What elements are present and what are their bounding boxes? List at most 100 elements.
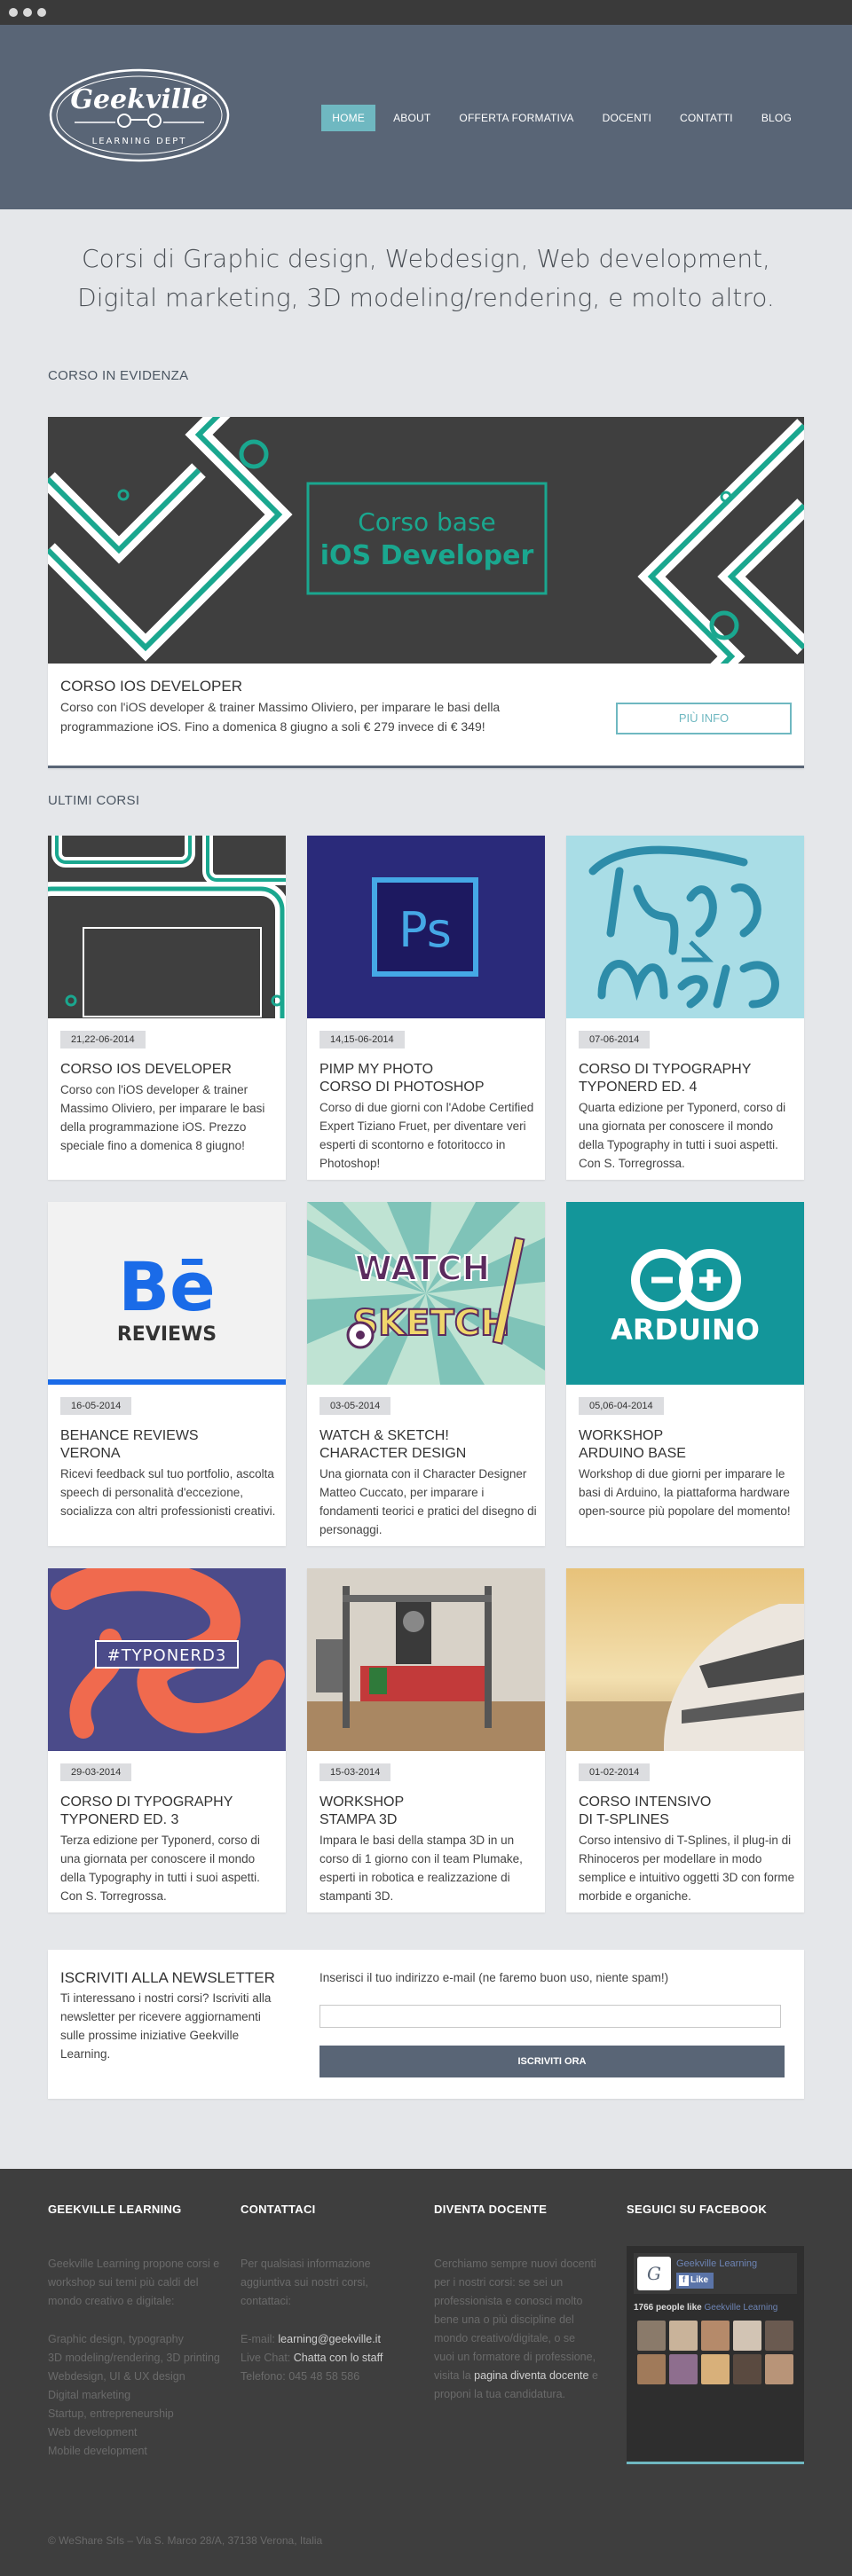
window-dot-icon [23, 8, 32, 17]
course-card[interactable]: 01-02-2014 CORSO INTENSIVO DI T-SPLINES … [566, 1568, 804, 1912]
fan-avatar[interactable] [701, 2321, 730, 2351]
newsletter-box: ISCRIVITI ALLA NEWSLETTER Ti interessano… [48, 1950, 804, 2099]
course-card[interactable]: WATCH SKETCH 03-05-2014 WATCH & SKETCH! … [307, 1202, 545, 1546]
fan-avatar[interactable] [733, 2354, 761, 2384]
course-date-badge: 14,15-06-2014 [320, 1031, 405, 1048]
fan-avatar[interactable] [637, 2321, 666, 2351]
more-info-button[interactable]: PIÙ INFO [616, 703, 792, 734]
footer-about-text: Geekville Learning propone corsi e works… [48, 2258, 220, 2307]
course-image-ipad[interactable] [48, 836, 286, 1018]
course-card[interactable]: 15-03-2014 WORKSHOP STAMPA 3D Impara le … [307, 1568, 545, 1912]
nav-blog[interactable]: BLOG [751, 105, 802, 131]
footer-col-about: GEEKVILLE LEARNING Geekville Learning pr… [48, 2203, 225, 2461]
subscribe-button[interactable]: ISCRIVITI ORA [320, 2046, 785, 2077]
course-desc: Terza edizione per Typonerd, corso di un… [60, 1834, 260, 1903]
window-dot-icon [9, 8, 18, 17]
course-date-badge: 15-03-2014 [320, 1763, 391, 1781]
page-avatar: G [637, 2257, 671, 2290]
fan-avatar[interactable] [701, 2354, 730, 2384]
course-image-watch-sketch[interactable]: WATCH SKETCH [307, 1202, 545, 1385]
phone-number: 045 48 58 586 [288, 2370, 360, 2383]
featured-course-image[interactable]: Corso base iOS Developer [48, 417, 804, 664]
course-title[interactable]: CORSO DI TYPOGRAPHY TYPONERD ED. 3 [60, 1794, 278, 1829]
nav-home[interactable]: HOME [321, 105, 376, 131]
footer-topic-item: Digital marketing [48, 2389, 131, 2401]
featured-image-line1: Corso base [358, 507, 496, 537]
watch-text: WATCH [355, 1249, 490, 1288]
course-title[interactable]: BEHANCE REVIEWS VERONA [60, 1427, 278, 1463]
course-desc: Ricevi feedback sul tuo portfolio, ascol… [60, 1467, 276, 1518]
footer-topic-item: 3D modeling/rendering, 3D printing [48, 2352, 220, 2364]
teach-page-link[interactable]: pagina diventa docente [474, 2369, 588, 2382]
course-title[interactable]: CORSO INTENSIVO DI T-SPLINES [579, 1794, 796, 1829]
fan-avatar[interactable] [733, 2321, 761, 2351]
browser-window-bar [0, 0, 852, 25]
facebook-page-name[interactable]: Geekville Learning [676, 2258, 757, 2269]
course-image-arduino[interactable]: ARDUINO [566, 1202, 804, 1385]
course-title[interactable]: CORSO DI TYPOGRAPHY TYPONERD ED. 4 [579, 1061, 796, 1096]
course-card[interactable]: 21,22-06-2014 CORSO IOS DEVELOPER Corso … [48, 836, 286, 1180]
newsletter-email-label: Inserisci il tuo indirizzo e-mail (ne fa… [320, 1971, 669, 1984]
footer-col-facebook: SEGUICI SU FACEBOOK [627, 2203, 804, 2216]
phone-label: Telefono: [241, 2370, 286, 2383]
course-desc: Corso di due giorni con l'Adobe Certifie… [320, 1101, 534, 1170]
newsletter-email-input[interactable] [320, 2005, 781, 2028]
email-link[interactable]: learning@geekville.it [278, 2333, 381, 2345]
course-card[interactable]: Bē REVIEWS 16-05-2014 BEHANCE REVIEWS VE… [48, 1202, 286, 1546]
course-image-photoshop[interactable]: Ps [307, 836, 545, 1018]
fan-avatar[interactable] [765, 2354, 793, 2384]
course-image-yacht[interactable] [566, 1568, 804, 1751]
newsletter-desc: Ti interessano i nostri corsi? Iscriviti… [60, 1991, 272, 2061]
intro-line-1: Corsi di Graphic design, Webdesign, Web … [82, 244, 770, 273]
fan-avatar[interactable] [669, 2321, 698, 2351]
nav-docenti[interactable]: DOCENTI [592, 105, 662, 131]
course-desc: Impara le basi della stampa 3D in un cor… [320, 1834, 523, 1903]
logo-name: Geekville [70, 84, 208, 115]
photoshop-logo-text: Ps [398, 902, 452, 958]
course-card[interactable]: 07-06-2014 CORSO DI TYPOGRAPHY TYPONERD … [566, 836, 804, 1180]
email-label: E-mail: [241, 2333, 275, 2345]
course-image-behance[interactable]: Bē REVIEWS [48, 1202, 286, 1385]
geekville-logo[interactable]: Geekville LEARNING DEPT [48, 67, 231, 163]
featured-course-title[interactable]: CORSO IOS DEVELOPER [60, 678, 242, 695]
facebook-like-button[interactable]: f Like [676, 2273, 714, 2289]
course-image-typo-nerd[interactable] [566, 836, 804, 1018]
nav-offerta-formativa[interactable]: OFFERTA FORMATIVA [448, 105, 584, 131]
footer-col-contact: CONTATTACI Per qualsiasi informazione ag… [241, 2203, 391, 2386]
fan-avatar[interactable] [669, 2354, 698, 2384]
course-card[interactable]: ARDUINO 05,06-04-2014 WORKSHOP ARDUINO B… [566, 1202, 804, 1546]
course-title[interactable]: WATCH & SKETCH! CHARACTER DESIGN [320, 1427, 537, 1463]
facebook-page-link[interactable]: Geekville Learning [705, 2303, 778, 2313]
course-card[interactable]: #TYPONERD3 29-03-2014 CORSO DI TYPOGRAPH… [48, 1568, 286, 1912]
newsletter-title: ISCRIVITI ALLA NEWSLETTER [60, 1969, 275, 1986]
fan-avatar[interactable] [637, 2354, 666, 2384]
footer-topic-item: Startup, entrepreneurship [48, 2407, 174, 2420]
course-date-badge: 03-05-2014 [320, 1397, 391, 1415]
footer-topic-item: Mobile development [48, 2445, 147, 2457]
footer-topic-item: Graphic design, typography [48, 2333, 184, 2345]
featured-bottom-border [48, 766, 804, 768]
featured-section-title: CORSO IN EVIDENZA [48, 368, 189, 383]
course-image-typonerd3[interactable]: #TYPONERD3 [48, 1568, 286, 1751]
course-desc: Corso con l'iOS developer & trainer Mass… [60, 1083, 265, 1152]
course-card[interactable]: Ps 14,15-06-2014 PIMP MY PHOTO CORSO DI … [307, 836, 545, 1180]
nav-contatti[interactable]: CONTATTI [669, 105, 744, 131]
fan-avatar[interactable] [765, 2321, 793, 2351]
teach-text: Cerchiamo sempre nuovi docenti per i nos… [434, 2258, 596, 2382]
course-title[interactable]: WORKSHOP ARDUINO BASE [579, 1427, 796, 1463]
course-title[interactable]: PIMP MY PHOTO CORSO DI PHOTOSHOP [320, 1061, 537, 1096]
footer-topic-item: Webdesign, UI & UX design [48, 2370, 185, 2383]
arduino-logo-text: ARDUINO [611, 1313, 760, 1347]
facebook-like-box: G Geekville Learning f Like 1766 people … [627, 2246, 804, 2464]
course-desc: Workshop di due giorni per imparare le b… [579, 1467, 791, 1518]
course-image-3d-printer[interactable] [307, 1568, 545, 1751]
course-desc: Corso intensivo di T-Splines, il plug-in… [579, 1834, 795, 1903]
window-dot-icon [37, 8, 46, 17]
course-title[interactable]: CORSO IOS DEVELOPER [60, 1061, 278, 1079]
featured-course-desc: Corso con l'iOS developer & trainer Mass… [60, 700, 501, 734]
intro-text: Corsi di Graphic design, Webdesign, Web … [0, 240, 852, 318]
course-title[interactable]: WORKSHOP STAMPA 3D [320, 1794, 537, 1829]
facebook-fans-grid [637, 2321, 795, 2384]
live-chat-link[interactable]: Chatta con lo staff [294, 2352, 383, 2364]
nav-about[interactable]: ABOUT [383, 105, 441, 131]
